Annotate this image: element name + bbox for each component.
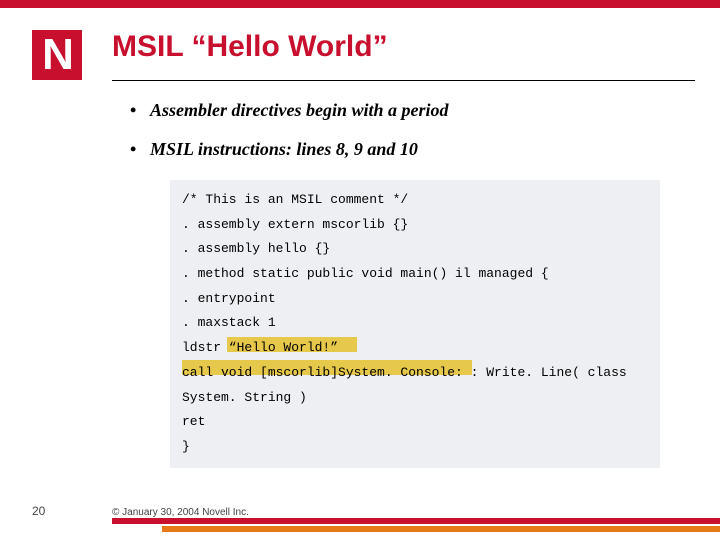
- bullet-item: MSIL instructions: lines 8, 9 and 10: [130, 139, 680, 160]
- code-line: }: [182, 435, 648, 460]
- code-block: /* This is an MSIL comment */ . assembly…: [170, 180, 660, 468]
- code-line: . assembly hello {}: [182, 237, 648, 262]
- code-line: /* This is an MSIL comment */: [182, 188, 648, 213]
- orange-bar: [162, 526, 720, 532]
- slide-title: MSIL “Hello World”: [112, 30, 388, 64]
- bullet-item: Assembler directives begin with a period: [130, 100, 680, 121]
- title-underline: [112, 80, 695, 81]
- code-line: . method static public void main() il ma…: [182, 262, 648, 287]
- bullet-list: Assembler directives begin with a period…: [130, 100, 680, 178]
- code-line: ret: [182, 410, 648, 435]
- code-line: ldstr “Hello World!”: [182, 336, 648, 361]
- top-accent-bar: [0, 0, 720, 8]
- code-line: call void [mscorlib]System. Console: : W…: [182, 361, 648, 410]
- copyright-text: © January 30, 2004 Novell Inc.: [112, 507, 249, 518]
- novell-logo: N: [32, 30, 82, 80]
- code-line: . entrypoint: [182, 287, 648, 312]
- red-bar: [112, 518, 720, 524]
- bottom-accent-bars: [112, 518, 720, 532]
- page-number: 20: [32, 504, 45, 518]
- code-line: . assembly extern mscorlib {}: [182, 213, 648, 238]
- code-line: . maxstack 1: [182, 311, 648, 336]
